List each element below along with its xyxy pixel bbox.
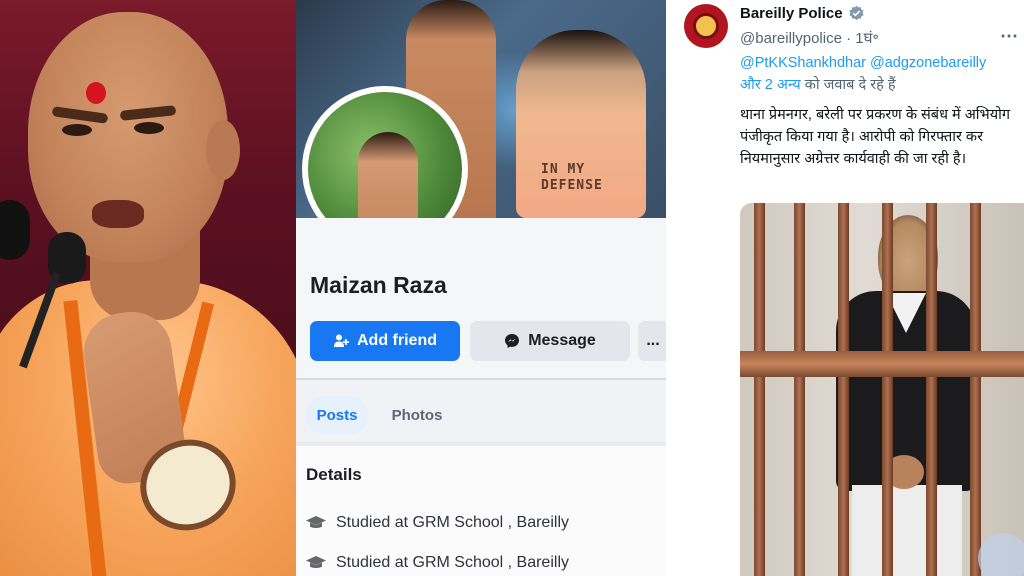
speaker-photo	[0, 0, 296, 576]
tab-posts[interactable]: Posts	[306, 396, 368, 434]
add-friend-label: Add friend	[357, 332, 437, 349]
graduation-cap-icon	[306, 516, 326, 528]
detail-row: Studied at GRM School , Bareilly	[306, 514, 569, 532]
tweet-photo[interactable]	[740, 203, 1024, 576]
tweet-screenshot: Bareilly Police @bareillypolice · 1घं॰ ⋯…	[666, 0, 1024, 576]
author-name: Bareilly Police	[740, 5, 843, 22]
reply-suffix: को जवाब दे रहे हैं	[804, 77, 896, 93]
ellipsis-icon[interactable]: ⋯	[1000, 26, 1018, 47]
author-name-row[interactable]: Bareilly Police	[740, 5, 865, 22]
more-options-button[interactable]: ...	[638, 321, 666, 361]
facebook-profile-screenshot: IN MY DEFENSE Maizan Raza Add friend Mes…	[296, 0, 666, 576]
cell-bar	[794, 203, 805, 576]
add-friend-button[interactable]: Add friend	[310, 321, 460, 361]
tweet-text: थाना प्रेमनगर, बरेली पर प्रकरण के संबंध …	[740, 107, 1011, 167]
cell-bar	[754, 203, 765, 576]
profile-name: Maizan Raza	[310, 272, 447, 298]
replying-to: @PtKKShankhdhar @adgzonebareilly और 2 अन…	[740, 52, 1024, 96]
ear	[206, 120, 240, 180]
messenger-icon	[505, 334, 520, 348]
cell-bar	[838, 203, 849, 576]
cell-bar	[882, 203, 893, 576]
detail-text: Studied at GRM School , Bareilly	[336, 514, 569, 531]
cell-bar	[970, 203, 981, 576]
mouth	[92, 200, 144, 228]
cell-crossbar	[740, 351, 1024, 377]
cell-bar	[926, 203, 937, 576]
tab-photos[interactable]: Photos	[380, 396, 454, 434]
detail-row: Studied at GRM School , Bareilly	[306, 554, 569, 572]
detail-text: Studied at GRM School , Bareilly	[336, 554, 569, 571]
graduation-cap-icon	[306, 556, 326, 568]
add-person-icon	[334, 334, 349, 347]
watermark-logo	[978, 533, 1024, 576]
message-button[interactable]: Message	[470, 321, 630, 361]
profile-header-card	[296, 218, 666, 388]
police-avatar[interactable]	[684, 4, 728, 48]
cover-shirt-text: IN MY DEFENSE	[541, 162, 603, 193]
left-eye	[62, 124, 92, 136]
reply-more-link[interactable]: और 2 अन्य	[740, 77, 801, 93]
microphone-icon	[0, 200, 30, 260]
tilak-mark	[86, 82, 106, 104]
details-title: Details	[306, 465, 362, 484]
verified-badge-icon	[848, 5, 864, 21]
reply-mentions[interactable]: @PtKKShankhdhar @adgzonebareilly	[740, 55, 986, 71]
message-label: Message	[528, 332, 596, 349]
police-emblem-icon	[693, 13, 719, 39]
right-eye	[134, 122, 164, 134]
author-handle: @bareillypolice · 1घं॰	[740, 30, 879, 47]
prisoner-legs	[852, 485, 962, 576]
more-label: ...	[646, 332, 660, 349]
